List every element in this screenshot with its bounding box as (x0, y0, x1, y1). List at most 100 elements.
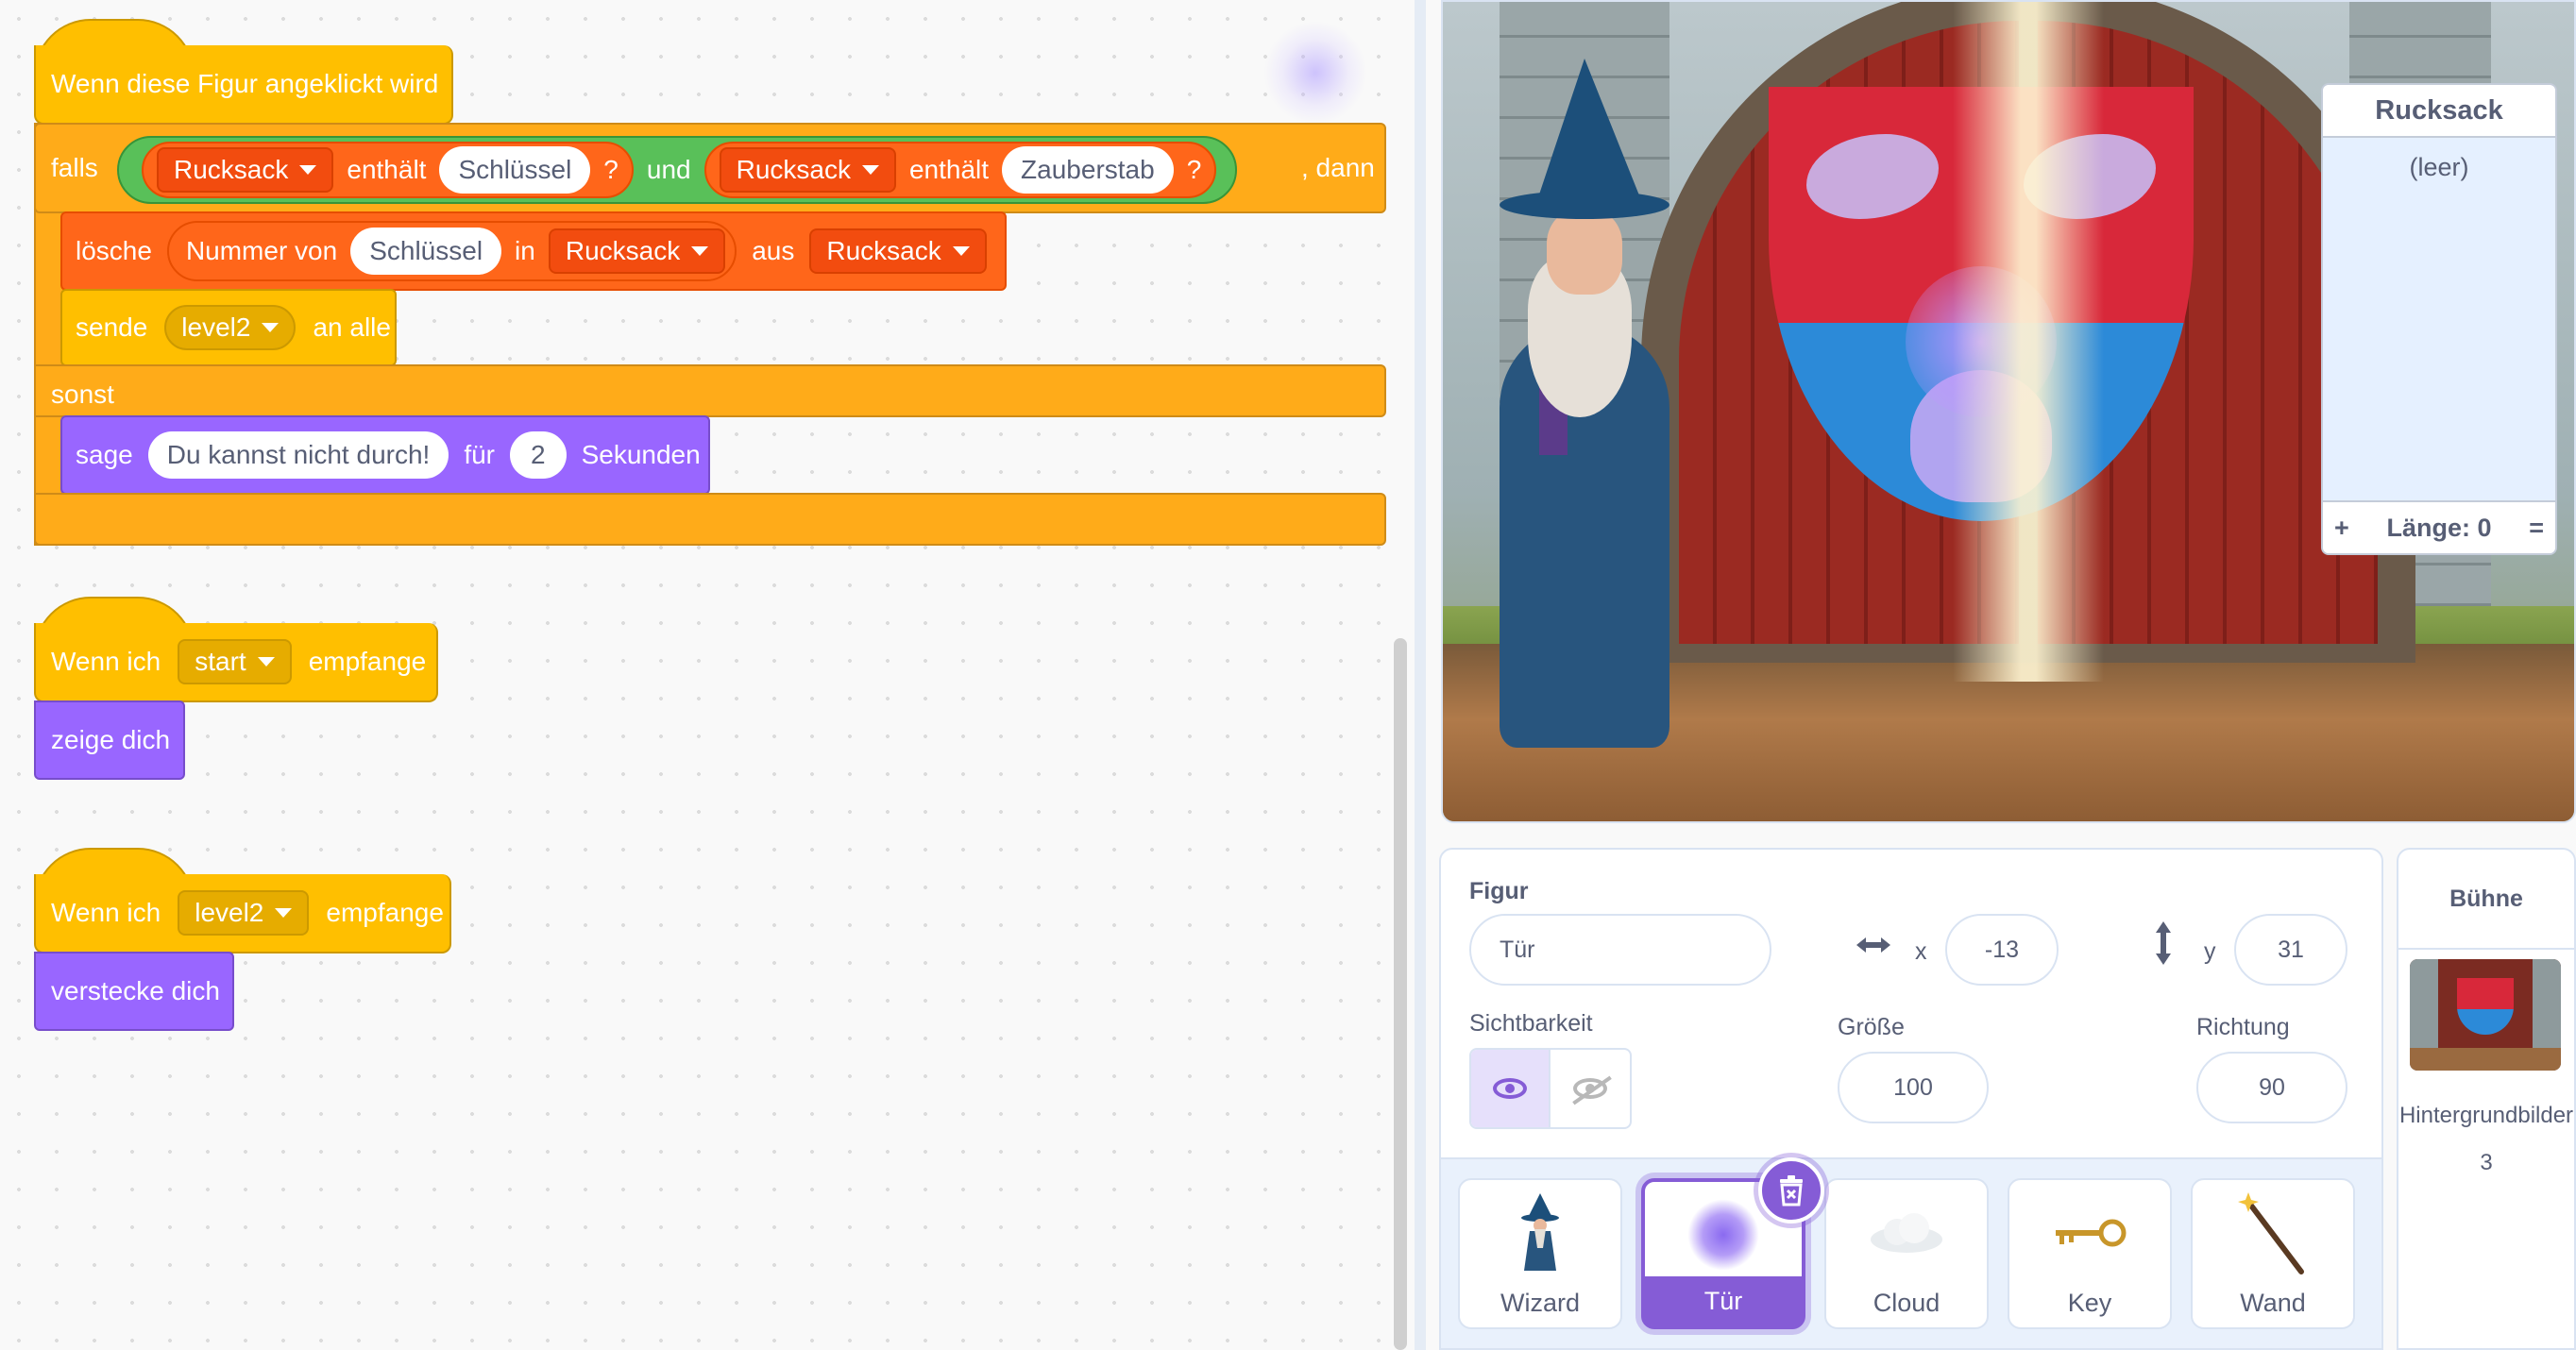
backdrop-thumbnail[interactable] (2410, 959, 2561, 1071)
else-label: sonst (51, 380, 114, 409)
sprite-info-panel: Figur Tür x -13 y 31 Sichtbarkeit Größe … (1439, 848, 2383, 1159)
code-area[interactable]: Wenn diese Figur angeklickt wird falls R… (0, 0, 1415, 1350)
direction-input[interactable]: 90 (2196, 1052, 2347, 1123)
when-receive-block[interactable]: Wenn ich level2 empfange (34, 874, 451, 953)
sprite-label: Figur (1469, 878, 1529, 904)
list-dropdown-1[interactable]: Rucksack (157, 147, 334, 193)
eye-icon (1493, 1078, 1528, 1099)
resize-handle[interactable]: = (2529, 514, 2544, 543)
delete-sprite-button[interactable] (1758, 1157, 1824, 1223)
key-icon (2009, 1186, 2170, 1280)
when-receive-block[interactable]: Wenn ich start empfange (34, 623, 438, 702)
x-arrows-icon (1853, 931, 1894, 964)
stage[interactable]: Rucksack (leer) + Länge: 0 = (1441, 0, 2576, 823)
sprite-name-input[interactable]: Tür (1469, 914, 1771, 986)
x-label: x (1915, 938, 1927, 965)
dropdown-arrow-icon (299, 165, 317, 175)
sprite-name: Wizard (1500, 1288, 1580, 1317)
dropdown-arrow-icon (257, 657, 275, 667)
secs-input[interactable]: 2 (510, 431, 567, 479)
trash-icon (1780, 1175, 1803, 1207)
dropdown-arrow-icon (262, 323, 280, 332)
message-dropdown[interactable]: level2 (178, 890, 310, 936)
item-input-1[interactable]: Schlüssel (439, 146, 591, 194)
say-text-input[interactable]: Du kannst nicht durch! (147, 431, 449, 479)
sprite-name: Cloud (1873, 1288, 1940, 1317)
then-label: , dann (1301, 153, 1375, 182)
say-label: sage (76, 440, 133, 469)
and-operator[interactable]: Rucksack enthält Schlüssel ? und Rucksac… (117, 136, 1238, 204)
sprite-tile-wand[interactable]: Wand (2191, 1178, 2355, 1329)
delete-item-block[interactable]: lösche Nummer von Schlüssel in Rucksack … (60, 211, 1007, 291)
size-label: Größe (1838, 1014, 1905, 1040)
message-dropdown-label: level2 (181, 312, 251, 342)
question-mark-2: ? (1186, 155, 1202, 184)
direction-label: Richtung (2196, 1014, 2290, 1040)
receive-label: empfange (326, 898, 444, 927)
list-monitor-title: Rucksack (2323, 85, 2555, 138)
item-number-block[interactable]: Nummer von Schlüssel in Rucksack (166, 221, 737, 281)
x-input[interactable]: -13 (1945, 914, 2059, 986)
y-arrows-icon (2149, 920, 2178, 971)
say-for-secs-block[interactable]: sage Du kannst nicht durch! für 2 Sekund… (60, 415, 710, 495)
y-label: y (2204, 938, 2216, 965)
delete-label: lösche (76, 236, 152, 265)
hide-label: verstecke dich (51, 976, 220, 1005)
dropdown-arrow-icon (952, 246, 970, 256)
size-input[interactable]: 100 (1838, 1052, 1989, 1123)
question-mark-1: ? (603, 155, 619, 184)
list-dropdown-1-label: Rucksack (174, 155, 289, 184)
list-dropdown-4-label: Rucksack (826, 236, 941, 265)
stage-target-panel[interactable]: Bühne Hintergrundbilder 3 (2397, 848, 2576, 1350)
show-sprite-button[interactable] (1471, 1050, 1551, 1127)
else-block[interactable]: sonst (34, 364, 1386, 417)
y-input[interactable]: 31 (2234, 914, 2347, 986)
list-length: Länge: 0 (2386, 513, 2492, 542)
from-label: aus (752, 236, 795, 265)
if-else-footer (34, 493, 1386, 546)
contains-label-2: enthält (908, 155, 990, 184)
contains-label-1: enthält (347, 155, 427, 184)
add-item-button[interactable]: + (2334, 514, 2349, 543)
list-dropdown-4[interactable]: Rucksack (809, 228, 987, 274)
contains-block-1[interactable]: Rucksack enthält Schlüssel ? (142, 142, 634, 198)
show-block[interactable]: zeige dich (34, 700, 185, 780)
sprite-tile-cloud[interactable]: Cloud (1824, 1178, 1989, 1329)
message-dropdown[interactable]: level2 (164, 305, 297, 350)
hide-sprite-button[interactable] (1551, 1050, 1630, 1127)
if-block[interactable]: falls Rucksack enthält Schlüssel ? und R… (34, 123, 1386, 213)
message-dropdown-label: level2 (195, 898, 264, 927)
show-label: zeige dich (51, 725, 171, 754)
item-input-3[interactable]: Schlüssel (350, 228, 502, 275)
sprite-name: Wand (2240, 1288, 2306, 1317)
seconds-label: Sekunden (581, 440, 701, 469)
dropdown-arrow-icon (275, 908, 293, 918)
eye-off-icon (1573, 1078, 1608, 1099)
wizard-face (1547, 210, 1622, 295)
sprite-tile-wizard[interactable]: Wizard (1458, 1178, 1622, 1329)
broadcast-block[interactable]: sende level2 an alle (60, 289, 397, 366)
hide-block[interactable]: verstecke dich (34, 952, 234, 1031)
wizard-sprite[interactable] (1481, 59, 1669, 748)
backdrops-label: Hintergrundbilder (2398, 1103, 2574, 1128)
item-input-2[interactable]: Zauberstab (1002, 146, 1174, 194)
when-clicked-block[interactable]: Wenn diese Figur angeklickt wird (34, 45, 453, 125)
list-dropdown-3-label: Rucksack (565, 236, 681, 265)
visibility-toggle[interactable] (1469, 1048, 1632, 1129)
list-dropdown-3[interactable]: Rucksack (548, 228, 726, 274)
sprite-tile-key[interactable]: Key (2008, 1178, 2172, 1329)
to-all-label: an alle (313, 312, 391, 342)
contains-block-2[interactable]: Rucksack enthält Zauberstab ? (703, 142, 1217, 198)
if-label: falls (51, 153, 98, 182)
wand-icon (2193, 1186, 2353, 1280)
code-scrollbar[interactable] (1394, 638, 1407, 1350)
list-monitor-empty: (leer) (2409, 153, 2469, 181)
number-of-label: Nummer von (185, 236, 338, 265)
list-monitor[interactable]: Rucksack (leer) + Länge: 0 = (2321, 83, 2557, 555)
dropdown-arrow-icon (691, 246, 709, 256)
list-monitor-footer: + Länge: 0 = (2323, 500, 2555, 553)
message-dropdown[interactable]: start (178, 639, 292, 684)
sprite-preview-glow (1263, 21, 1367, 125)
list-dropdown-2[interactable]: Rucksack (719, 147, 896, 193)
light-beam (1953, 2, 2104, 682)
